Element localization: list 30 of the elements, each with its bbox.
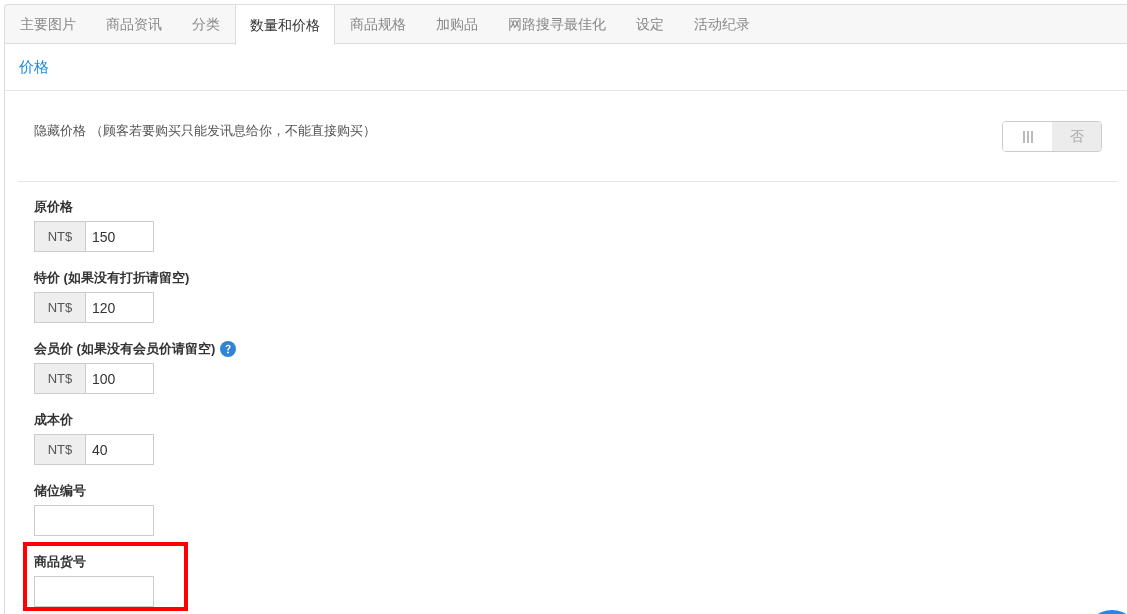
input-field[interactable]: 150	[86, 221, 154, 252]
input-field[interactable]: 100	[86, 363, 154, 394]
tab[interactable]: 商品规格	[335, 4, 421, 44]
tab[interactable]: 加购品	[421, 4, 493, 44]
field-label: 成本价	[34, 411, 73, 429]
tab[interactable]: 商品资讯	[91, 4, 177, 44]
grip-icon	[1022, 130, 1033, 143]
field-label: 特价 (如果没有打折请留空)	[34, 269, 190, 287]
tab[interactable]: 数量和价格	[235, 4, 335, 45]
currency-addon: NT$	[34, 292, 86, 323]
hide-price-switch[interactable]: 否	[1002, 121, 1102, 152]
hide-price-label: 隐藏价格 （顾客若要购买只能发讯息给你，不能直接购买）	[34, 122, 376, 140]
currency-addon: NT$	[34, 434, 86, 465]
input-field[interactable]	[34, 505, 154, 536]
field-label: 原价格	[34, 198, 73, 216]
field-label: 商品货号	[34, 553, 86, 571]
tab[interactable]: 设定	[621, 4, 679, 44]
currency-addon: NT$	[34, 221, 86, 252]
help-icon[interactable]	[220, 341, 237, 357]
input-field[interactable]	[34, 576, 154, 607]
currency-addon: NT$	[34, 363, 86, 394]
tab[interactable]: 活动纪录	[679, 4, 765, 44]
field-label: 会员价 (如果没有会员价请留空)	[34, 340, 216, 358]
input-field[interactable]: 120	[86, 292, 154, 323]
tab[interactable]: 网路搜寻最佳化	[493, 4, 621, 44]
field-label: 储位编号	[34, 482, 86, 500]
input-field[interactable]: 40	[86, 434, 154, 465]
section-title: 价格	[19, 57, 49, 77]
tab[interactable]: 主要图片	[5, 4, 91, 44]
tab[interactable]: 分类	[177, 4, 235, 44]
